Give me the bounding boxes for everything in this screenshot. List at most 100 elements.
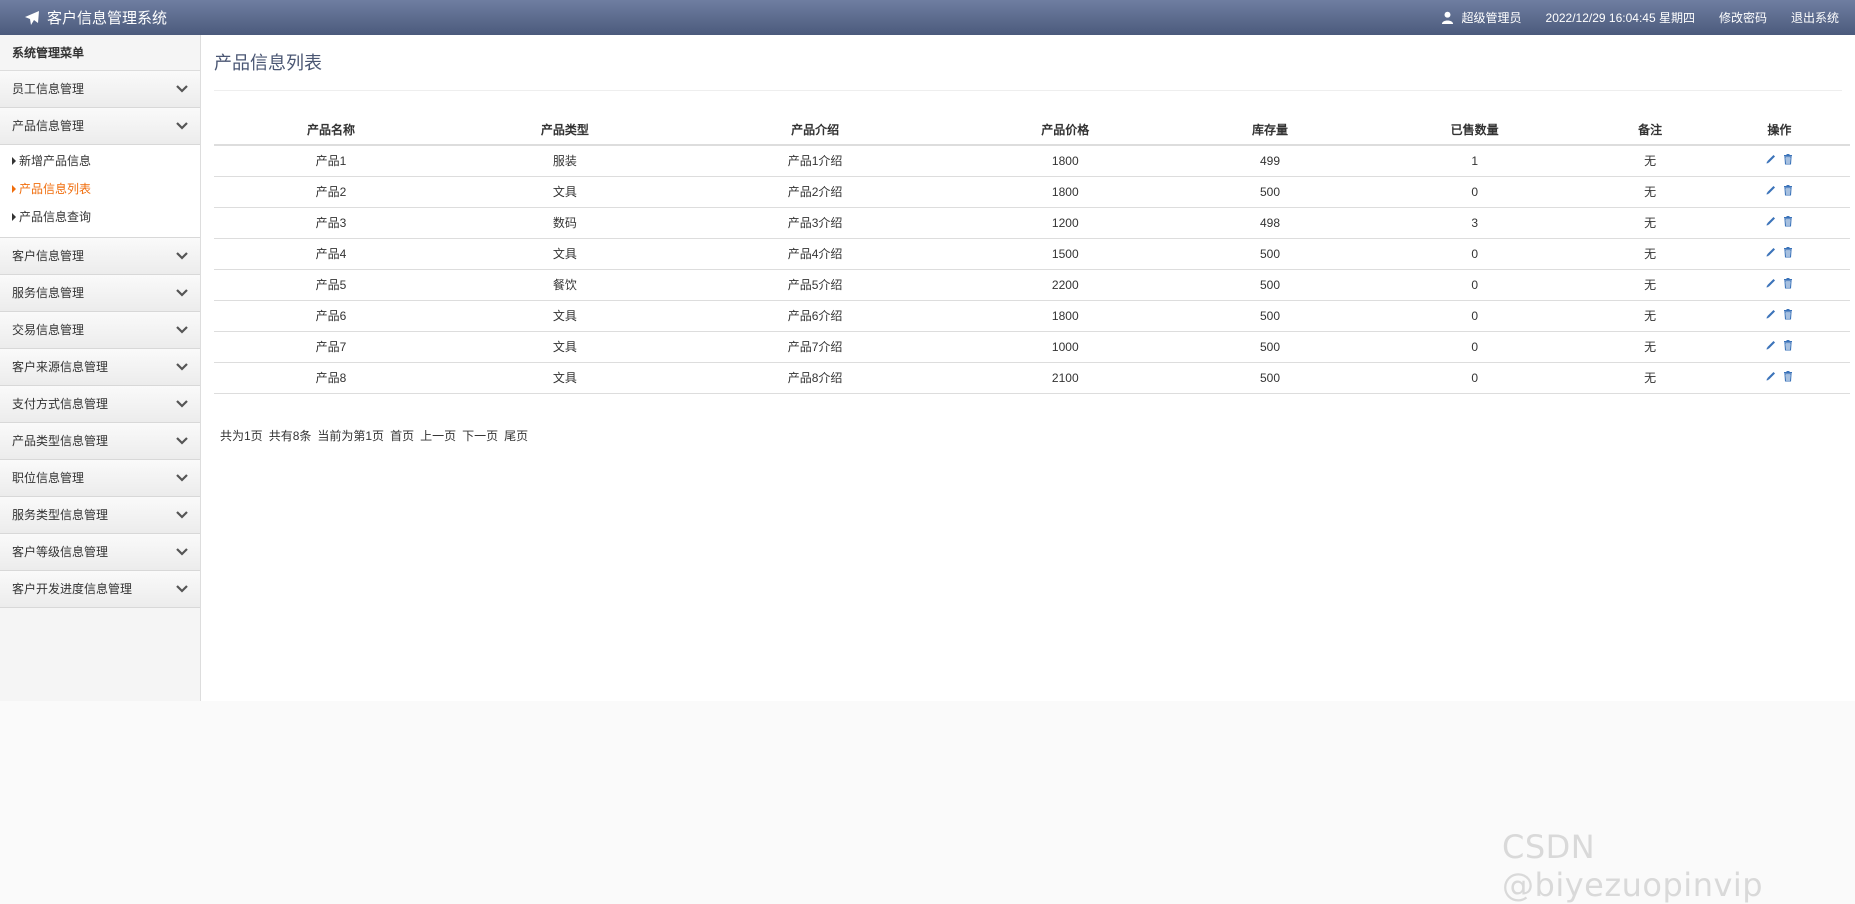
table-cell: 产品2 [214,176,448,207]
column-header: 操作 [1709,115,1850,145]
chevron-down-icon [176,584,188,594]
main-content: 产品信息列表 产品名称产品类型产品介绍产品价格库存量已售数量备注操作 产品1服装… [201,35,1855,701]
row-action-icons [1765,215,1794,227]
table-cell: 1 [1358,145,1592,176]
row-action-icons [1765,339,1794,351]
product-table: 产品名称产品类型产品介绍产品价格库存量已售数量备注操作 产品1服装产品1介绍18… [214,115,1850,394]
sidebar-group-label: 客户来源信息管理 [12,360,108,374]
sidebar-group-0[interactable]: 员工信息管理 [0,71,200,108]
trash-icon[interactable] [1782,184,1794,196]
pager-first-link[interactable]: 首页 [390,427,414,444]
table-cell: 500 [1182,300,1357,331]
table-cell: 1500 [948,238,1182,269]
user-icon [1441,11,1454,24]
sidebar-group-4[interactable]: 交易信息管理 [0,312,200,349]
table-cell: 文具 [448,331,682,362]
table-row: 产品4文具产品4介绍15005000无 [214,238,1850,269]
top-header: 客户信息管理系统 超级管理员 2022/12/29 16:04:45 星期四 修… [0,0,1855,35]
table-cell: 500 [1182,331,1357,362]
pencil-icon[interactable] [1765,215,1777,227]
pencil-icon[interactable] [1765,308,1777,320]
table-cell: 0 [1358,300,1592,331]
row-action-icons [1765,153,1794,165]
pencil-icon[interactable] [1765,153,1777,165]
table-cell: 产品5 [214,269,448,300]
caret-right-icon [12,185,16,193]
row-actions [1709,300,1850,331]
sidebar-group-3[interactable]: 服务信息管理 [0,275,200,312]
trash-icon[interactable] [1782,370,1794,382]
trash-icon[interactable] [1782,339,1794,351]
caret-right-icon [12,213,16,221]
sidebar-group-10[interactable]: 客户等级信息管理 [0,534,200,571]
row-actions [1709,331,1850,362]
table-cell: 产品6 [214,300,448,331]
chevron-down-icon [176,362,188,372]
pencil-icon[interactable] [1765,370,1777,382]
sidebar-group-label: 服务类型信息管理 [12,508,108,522]
sidebar-group-8[interactable]: 职位信息管理 [0,460,200,497]
chevron-down-icon [176,288,188,298]
sidebar-subitem-1[interactable]: 产品信息列表 [0,175,200,203]
sidebar-subitem-0[interactable]: 新增产品信息 [0,147,200,175]
user-name: 超级管理员 [1462,9,1522,26]
chevron-down-icon [176,325,188,335]
sidebar-group-label: 客户开发进度信息管理 [12,582,132,596]
change-password-link[interactable]: 修改密码 [1719,9,1767,26]
app-title: 客户信息管理系统 [47,7,167,28]
column-header: 产品介绍 [682,115,948,145]
pager-last-link[interactable]: 尾页 [504,427,528,444]
pencil-icon[interactable] [1765,246,1777,258]
sidebar-menu: 员工信息管理产品信息管理新增产品信息产品信息列表产品信息查询客户信息管理服务信息… [0,71,200,608]
table-row: 产品8文具产品8介绍21005000无 [214,362,1850,393]
table-cell: 产品1介绍 [682,145,948,176]
table-cell: 产品4介绍 [682,238,948,269]
sidebar-group-11[interactable]: 客户开发进度信息管理 [0,571,200,608]
table-cell: 无 [1592,300,1709,331]
logout-link[interactable]: 退出系统 [1791,9,1839,26]
column-header: 产品名称 [214,115,448,145]
pencil-icon[interactable] [1765,184,1777,196]
table-cell: 文具 [448,176,682,207]
sidebar-subitem-2[interactable]: 产品信息查询 [0,203,200,231]
table-cell: 500 [1182,238,1357,269]
table-cell: 产品4 [214,238,448,269]
header-actions: 超级管理员 2022/12/29 16:04:45 星期四 修改密码 退出系统 [1417,9,1855,26]
row-action-icons [1765,277,1794,289]
trash-icon[interactable] [1782,215,1794,227]
table-row: 产品6文具产品6介绍18005000无 [214,300,1850,331]
row-actions [1709,269,1850,300]
table-cell: 餐饮 [448,269,682,300]
table-cell: 产品7介绍 [682,331,948,362]
sidebar-group-label: 服务信息管理 [12,286,84,300]
pencil-icon[interactable] [1765,339,1777,351]
sidebar-group-1[interactable]: 产品信息管理 [0,108,200,145]
sidebar-group-label: 支付方式信息管理 [12,397,108,411]
sidebar-group-9[interactable]: 服务类型信息管理 [0,497,200,534]
current-user[interactable]: 超级管理员 [1441,9,1522,26]
sidebar-group-label: 职位信息管理 [12,471,84,485]
table-cell: 500 [1182,176,1357,207]
pager-next-link[interactable]: 下一页 [462,427,498,444]
table-body: 产品1服装产品1介绍18004991无产品2文具产品2介绍18005000无产品… [214,145,1850,393]
sidebar-group-5[interactable]: 客户来源信息管理 [0,349,200,386]
sidebar-group-6[interactable]: 支付方式信息管理 [0,386,200,423]
sidebar-group-7[interactable]: 产品类型信息管理 [0,423,200,460]
chevron-down-icon [176,510,188,520]
pencil-icon[interactable] [1765,277,1777,289]
table-row: 产品2文具产品2介绍18005000无 [214,176,1850,207]
logout-label: 退出系统 [1791,9,1839,26]
trash-icon[interactable] [1782,246,1794,258]
title-divider [214,90,1842,91]
sidebar-group-label: 产品信息管理 [12,119,84,133]
trash-icon[interactable] [1782,277,1794,289]
row-actions [1709,238,1850,269]
trash-icon[interactable] [1782,308,1794,320]
table-row: 产品1服装产品1介绍18004991无 [214,145,1850,176]
row-action-icons [1765,308,1794,320]
trash-icon[interactable] [1782,153,1794,165]
pagination: 共为1页 共有8条 当前为第1页 首页 上一页 下一页 尾页 [220,427,528,444]
pager-prev-link[interactable]: 上一页 [420,427,456,444]
sidebar-group-2[interactable]: 客户信息管理 [0,238,200,275]
table-cell: 产品8 [214,362,448,393]
